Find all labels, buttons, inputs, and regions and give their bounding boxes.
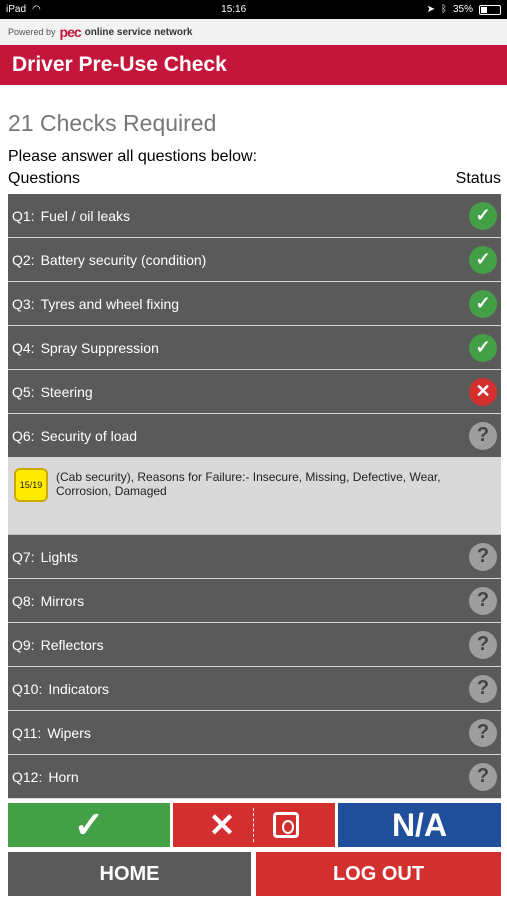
question-number: Q4: bbox=[12, 339, 35, 356]
question-text: Q9: Reflectors bbox=[12, 637, 104, 653]
fail-button[interactable]: ✕ bbox=[173, 803, 335, 847]
question-row[interactable]: Q8: Mirrors? bbox=[8, 579, 501, 623]
question-icon[interactable]: ? bbox=[469, 630, 497, 659]
question-number: Q6: bbox=[12, 427, 35, 444]
question-icon[interactable]: ? bbox=[469, 762, 497, 791]
question-row[interactable]: Q9: Reflectors? bbox=[8, 623, 501, 667]
question-number: Q5: bbox=[12, 383, 35, 400]
location-icon: ➤ bbox=[426, 4, 435, 15]
question-text: Q12: Horn bbox=[12, 769, 79, 785]
question-number: Q10: bbox=[12, 680, 43, 697]
banner-title: Driver Pre-Use Check bbox=[12, 53, 227, 76]
question-row[interactable]: Q1: Fuel / oil leaks ✓ bbox=[8, 194, 501, 238]
question-row[interactable]: Q6: Security of load? bbox=[8, 414, 501, 458]
question-text: Q1: Fuel / oil leaks bbox=[12, 208, 130, 224]
fail-detail-row[interactable]: 15/19 (Cab security), Reasons for Failure… bbox=[8, 458, 501, 535]
check-icon[interactable]: ✓ bbox=[469, 289, 497, 318]
question-number: Q7: bbox=[12, 548, 35, 565]
app-banner: Driver Pre-Use Check bbox=[0, 45, 507, 85]
question-label: Fuel / oil leaks bbox=[40, 207, 131, 224]
question-text: Q8: Mirrors bbox=[12, 593, 84, 609]
bluetooth-icon: ᛒ bbox=[440, 4, 447, 15]
answer-actions: ✓ ✕ N/A bbox=[8, 803, 501, 847]
question-icon[interactable]: ? bbox=[469, 586, 497, 615]
status-time: 15:16 bbox=[221, 4, 247, 15]
status-column-header: Status bbox=[455, 170, 501, 187]
fail-reason-text: (Cab security), Reasons for Failure:- In… bbox=[56, 470, 441, 498]
question-row[interactable]: Q2: Battery security (condition) ✓ bbox=[8, 238, 501, 282]
question-number: Q8: bbox=[12, 592, 35, 609]
na-button[interactable]: N/A bbox=[338, 803, 501, 847]
logout-button[interactable]: LOG OUT bbox=[256, 852, 501, 896]
question-icon[interactable]: ? bbox=[469, 718, 497, 747]
question-row[interactable]: Q3: Tyres and wheel fixing ✓ bbox=[8, 282, 501, 326]
question-label: Lights bbox=[40, 548, 78, 565]
question-number: Q12: bbox=[12, 768, 43, 785]
question-text: Q10: Indicators bbox=[12, 681, 109, 697]
fail-count-badge: 15/19 bbox=[14, 468, 48, 502]
bottom-nav: HOME LOG OUT bbox=[8, 852, 501, 896]
cross-icon[interactable]: ✕ bbox=[469, 377, 497, 406]
check-icon[interactable]: ✓ bbox=[469, 245, 497, 274]
question-label: Reflectors bbox=[40, 636, 104, 653]
question-row[interactable]: Q7: Lights? bbox=[8, 535, 501, 579]
question-icon[interactable]: ? bbox=[469, 674, 497, 703]
question-text: Q5: Steering bbox=[12, 384, 93, 400]
question-label: Spray Suppression bbox=[40, 339, 159, 356]
na-label: N/A bbox=[391, 806, 448, 843]
check-icon: ✓ bbox=[73, 804, 105, 845]
question-text: Q7: Lights bbox=[12, 549, 78, 565]
battery-icon bbox=[479, 4, 501, 15]
home-label: HOME bbox=[99, 862, 160, 885]
question-text: Q4: Spray Suppression bbox=[12, 340, 159, 356]
powered-by-bar: Powered by pec online service network bbox=[0, 19, 507, 45]
battery-fill bbox=[481, 6, 487, 13]
questions-column-header: Questions bbox=[8, 170, 81, 187]
question-number: Q2: bbox=[12, 251, 35, 268]
question-row[interactable]: Q4: Spray Suppression ✓ bbox=[8, 326, 501, 370]
question-label: Horn bbox=[48, 768, 79, 785]
check-icon[interactable]: ✓ bbox=[469, 201, 497, 230]
checks-heading: 21 Checks Required bbox=[8, 110, 217, 136]
question-text: Q3: Tyres and wheel fixing bbox=[12, 296, 179, 312]
instruction-text: Please answer all questions below: bbox=[8, 148, 258, 165]
wifi-icon: ◠ bbox=[32, 4, 41, 15]
question-label: Steering bbox=[40, 383, 93, 400]
question-list[interactable]: Q1: Fuel / oil leaks ✓ Q2: Battery security … bbox=[8, 194, 501, 800]
pec-logo: pec bbox=[59, 24, 82, 40]
question-number: Q11: bbox=[12, 724, 42, 741]
pass-button[interactable]: ✓ bbox=[8, 803, 170, 847]
question-row[interactable]: Q5: Steering ✕ bbox=[8, 370, 501, 414]
question-icon[interactable]: ? bbox=[469, 421, 497, 450]
camera-icon bbox=[273, 812, 300, 838]
question-text: Q6: Security of load bbox=[12, 428, 137, 444]
logout-label: LOG OUT bbox=[332, 862, 425, 885]
brand-tagline: online service network bbox=[84, 26, 193, 38]
divider bbox=[253, 808, 255, 842]
question-text: Q2: Battery security (condition) bbox=[12, 252, 206, 268]
check-icon[interactable]: ✓ bbox=[469, 333, 497, 362]
question-label: Tyres and wheel fixing bbox=[40, 295, 180, 312]
cross-icon: ✕ bbox=[208, 807, 236, 843]
question-number: Q3: bbox=[12, 295, 35, 312]
question-label: Wipers bbox=[47, 724, 91, 741]
question-row[interactable]: Q10: Indicators? bbox=[8, 667, 501, 711]
question-row[interactable]: Q12: Horn? bbox=[8, 755, 501, 799]
question-row[interactable]: Q11: Wipers? bbox=[8, 711, 501, 755]
question-label: Battery security (condition) bbox=[40, 251, 207, 268]
question-label: Security of load bbox=[40, 427, 138, 444]
battery-percent: 35% bbox=[452, 4, 473, 15]
question-number: Q1: bbox=[12, 207, 35, 224]
question-icon[interactable]: ? bbox=[469, 542, 497, 571]
home-button[interactable]: HOME bbox=[8, 852, 251, 896]
question-label: Indicators bbox=[48, 680, 110, 697]
question-text: Q11: Wipers bbox=[12, 725, 91, 741]
question-label: Mirrors bbox=[40, 592, 85, 609]
powered-by-prefix: Powered by bbox=[8, 27, 56, 37]
question-number: Q9: bbox=[12, 636, 35, 653]
status-bar: iPad ◠ 15:16 ➤ ᛒ 35% bbox=[0, 0, 507, 19]
device-name: iPad bbox=[6, 4, 27, 15]
